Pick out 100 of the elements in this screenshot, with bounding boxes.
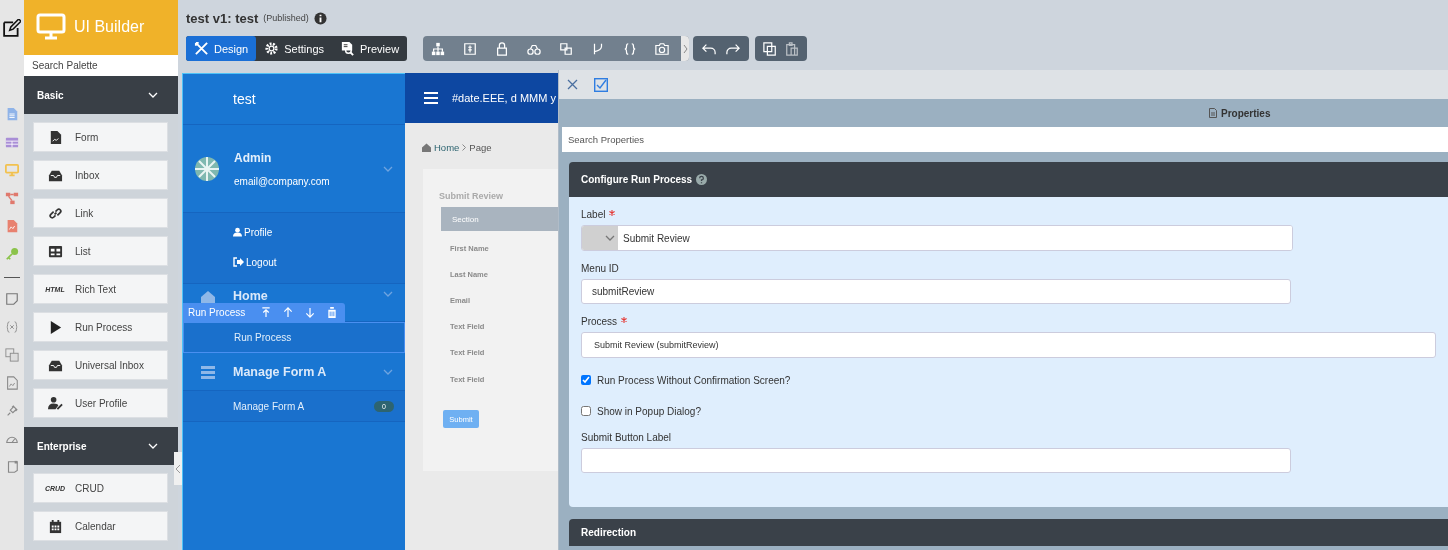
checkbox[interactable] xyxy=(581,406,591,416)
plug-icon[interactable] xyxy=(5,404,19,418)
close-icon[interactable] xyxy=(567,79,578,90)
paste-icon-drawing xyxy=(785,41,800,56)
move-top-drawing xyxy=(261,307,272,318)
hierarchy-icon-drawing xyxy=(431,41,446,56)
group-header[interactable]: Basic xyxy=(24,76,178,114)
monitor-icon-drawing xyxy=(5,163,19,177)
section-title: Configure Run Process xyxy=(581,174,693,185)
hierarchy-icon-drawing xyxy=(5,191,19,205)
section-header: Section xyxy=(441,207,558,231)
form-title: Submit Review xyxy=(438,191,504,201)
variable-icon[interactable] xyxy=(5,320,19,334)
menu-icon xyxy=(424,92,438,104)
file-icon-drawing xyxy=(5,107,19,121)
palette-item[interactable]: User Profile xyxy=(33,388,168,418)
plug-icon-drawing xyxy=(5,404,19,418)
arrow-down-icon[interactable] xyxy=(305,307,316,318)
file-icon[interactable] xyxy=(5,107,19,121)
pdf-file-icon[interactable] xyxy=(5,219,19,233)
variable-icon-drawing xyxy=(5,320,19,334)
breadcrumb-link[interactable]: Home xyxy=(434,142,460,153)
page-title: test v1: test xyxy=(186,10,259,26)
input-field[interactable]: submitReview xyxy=(581,279,1291,304)
translate-icon[interactable] xyxy=(5,348,19,362)
move-top-icon[interactable] xyxy=(261,307,272,318)
table-icon[interactable] xyxy=(5,135,19,149)
mode-tab[interactable]: Design xyxy=(186,36,257,61)
paste-icon[interactable] xyxy=(785,41,800,56)
key-icon-drawing xyxy=(5,247,19,261)
element-label: Run Process xyxy=(188,307,246,318)
copy-icon[interactable] xyxy=(763,41,778,56)
key-icon[interactable] xyxy=(5,247,19,261)
chevron-right-icon xyxy=(682,44,688,53)
mode-tab[interactable]: Settings xyxy=(256,36,332,61)
palette-item[interactable]: List xyxy=(33,236,168,266)
user-menu-link[interactable]: Logout xyxy=(183,247,405,277)
user-icon xyxy=(233,227,242,237)
arrow-up-drawing xyxy=(283,307,294,318)
field-label: Process xyxy=(581,316,618,327)
avatar-icon xyxy=(194,155,220,182)
stack-icon xyxy=(200,363,216,380)
apply-drawing xyxy=(594,77,608,92)
chevron-down-icon xyxy=(605,233,615,243)
checkbox[interactable] xyxy=(581,375,591,385)
palette-item[interactable]: Universal Inbox xyxy=(33,350,168,380)
required-icon xyxy=(609,210,616,216)
help-icon xyxy=(696,174,708,185)
search-field[interactable]: Search Properties xyxy=(562,127,1448,152)
trash-icon[interactable] xyxy=(327,307,338,318)
chevron-down-icon xyxy=(148,90,158,100)
info-icon xyxy=(313,11,327,25)
section-title: Redirection xyxy=(581,527,636,538)
mode-tab[interactable]: Preview xyxy=(332,36,408,61)
user-menu-link[interactable]: Profile xyxy=(183,217,405,247)
lock-icon[interactable] xyxy=(495,41,510,56)
note-icon[interactable] xyxy=(5,292,19,306)
input-field[interactable] xyxy=(581,448,1291,473)
braces-icon[interactable] xyxy=(623,41,638,56)
document-icon xyxy=(1209,108,1217,118)
hierarchy-icon[interactable] xyxy=(5,191,19,205)
arrow-up-icon[interactable] xyxy=(283,307,294,318)
apply-icon[interactable] xyxy=(594,77,608,92)
palette-item[interactable]: Calendar xyxy=(33,511,168,541)
required-icon xyxy=(621,317,628,323)
document-icon[interactable] xyxy=(5,376,19,390)
translate-icon-drawing xyxy=(559,41,574,56)
pdf-file-icon-drawing xyxy=(5,219,19,233)
input-field[interactable]: Submit Review xyxy=(581,225,1293,251)
search-field[interactable]: Search Palette xyxy=(24,54,178,76)
camera-icon-drawing xyxy=(655,41,670,56)
monitor-icon xyxy=(36,13,66,42)
palette-item[interactable]: Inbox xyxy=(33,160,168,190)
chevron-down-icon xyxy=(383,289,393,299)
palette-item[interactable]: Run Process xyxy=(33,312,168,342)
sign-out-icon xyxy=(233,257,244,267)
collapse-handle[interactable] xyxy=(174,452,182,485)
chevron-right-icon xyxy=(462,144,467,151)
user-email: email@company.com xyxy=(234,175,331,187)
process-dropdown[interactable]: Submit Review (submitReview) xyxy=(581,332,1436,358)
field-label: Label xyxy=(581,209,606,220)
camera-icon[interactable] xyxy=(655,41,670,56)
app-title: UI Builder xyxy=(74,18,145,37)
group-header[interactable]: Enterprise xyxy=(24,427,178,465)
form-layout-icon[interactable] xyxy=(463,41,478,56)
menu-item[interactable]: Run Process xyxy=(183,322,405,353)
checkbox-label: Run Process Without Confirmation Screen? xyxy=(597,374,791,386)
scroll-right-button[interactable] xyxy=(681,36,690,61)
scroll-icon-drawing xyxy=(5,460,19,474)
copy-icon-drawing xyxy=(763,41,778,56)
status-label: (Published) xyxy=(263,13,309,23)
hierarchy-icon[interactable] xyxy=(431,41,446,56)
palette-item[interactable]: Link xyxy=(33,198,168,228)
translate-icon[interactable] xyxy=(559,41,574,56)
palette-item[interactable]: Form xyxy=(33,122,168,152)
edit-icon[interactable] xyxy=(3,19,21,37)
field-label: Menu ID xyxy=(581,263,619,274)
scroll-icon[interactable] xyxy=(5,460,19,474)
link-icon xyxy=(47,205,63,221)
arrow-down-drawing xyxy=(305,307,316,318)
